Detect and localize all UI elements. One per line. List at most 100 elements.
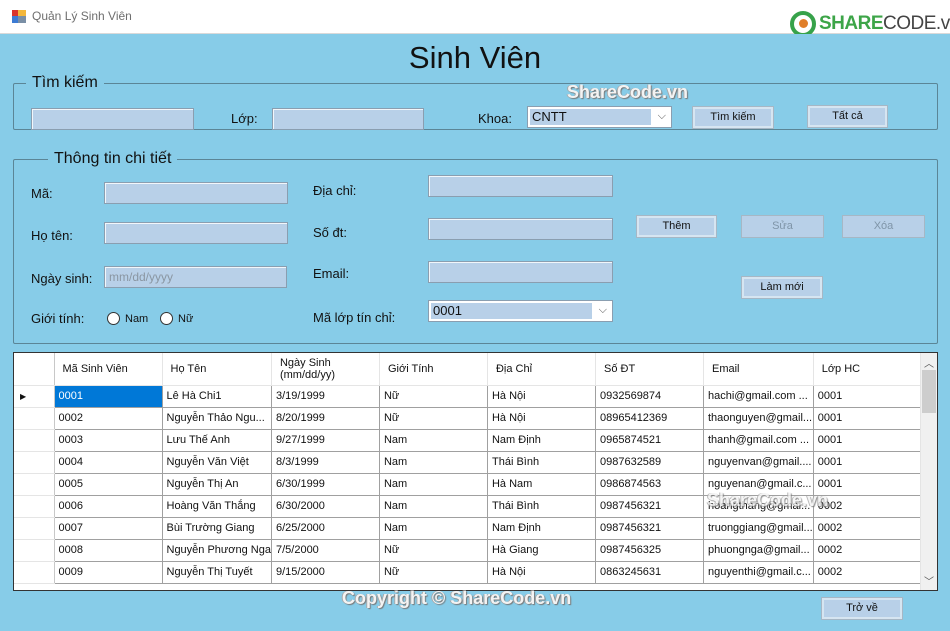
cell-phone[interactable]: 0863245631 xyxy=(595,561,704,584)
table-row[interactable]: 0008 Nguyễn Phương Nga 7/5/2000 Nữ Hà Giang 0… xyxy=(14,539,924,562)
cell-id[interactable]: 0003 xyxy=(54,429,163,452)
cell-id[interactable]: 0005 xyxy=(54,473,163,496)
cell-id[interactable]: 0007 xyxy=(54,517,163,540)
student-table[interactable]: Mã Sinh Viên Họ Tên Ngày Sinh (mm/dd/yy)… xyxy=(13,352,938,591)
scroll-down-icon[interactable]: ﹀ xyxy=(924,573,934,588)
cell-gender[interactable]: Nữ xyxy=(379,407,488,430)
cell-name[interactable]: Nguyễn Thị An xyxy=(162,473,272,496)
gender-male-radio[interactable]: Nam xyxy=(107,312,148,325)
cell-gender[interactable]: Nữ xyxy=(379,561,488,584)
cell-class[interactable]: 0001 xyxy=(813,473,924,496)
cell-address[interactable]: Nam Định xyxy=(487,429,596,452)
table-row[interactable]: ▶ 0001 Lê Hà Chi1 3/19/1999 Nữ Hà Nội 09325698… xyxy=(14,385,924,408)
cell-name[interactable]: Nguyễn Văn Việt xyxy=(162,451,272,474)
cell-phone[interactable]: 0987456325 xyxy=(595,539,704,562)
cell-name[interactable]: Lê Hà Chi1 xyxy=(162,385,272,408)
cell-dob[interactable]: 6/25/2000 xyxy=(271,517,380,540)
cell-address[interactable]: Thái Bình xyxy=(487,451,596,474)
delete-button[interactable]: Xóa xyxy=(842,215,925,238)
name-input[interactable] xyxy=(104,222,288,244)
cell-phone[interactable]: 0965874521 xyxy=(595,429,704,452)
table-row[interactable]: 0002 Nguyễn Thảo Ngu... 8/20/1999 Nữ Hà Nội 0… xyxy=(14,407,924,430)
cell-phone[interactable]: 08965412369 xyxy=(595,407,704,430)
cell-email[interactable]: phuongnga@gmail... xyxy=(703,539,814,562)
cell-address[interactable]: Hà Nội xyxy=(487,385,596,408)
refresh-button[interactable]: Làm mới xyxy=(741,276,823,299)
cell-address[interactable]: Hà Giang xyxy=(487,539,596,562)
row-header[interactable] xyxy=(14,561,55,584)
cell-email[interactable]: truonggiang@gmail... xyxy=(703,517,814,540)
add-button[interactable]: Thêm xyxy=(636,215,717,238)
cell-dob[interactable]: 6/30/2000 xyxy=(271,495,380,518)
row-header[interactable] xyxy=(14,517,55,540)
col-header-dob[interactable]: Ngày Sinh (mm/dd/yy) xyxy=(271,353,380,386)
cell-address[interactable]: Thái Bình xyxy=(487,495,596,518)
col-header-address[interactable]: Địa Chỉ xyxy=(487,353,596,386)
col-header-id[interactable]: Mã Sinh Viên xyxy=(54,353,163,386)
cell-class[interactable]: 0001 xyxy=(813,385,924,408)
search-name-input[interactable] xyxy=(31,108,194,130)
vertical-scrollbar[interactable]: ︿ ﹀ xyxy=(920,353,937,590)
cell-address[interactable]: Nam Định xyxy=(487,517,596,540)
row-header[interactable]: ▶ xyxy=(14,385,55,408)
cell-class[interactable]: 0002 xyxy=(813,561,924,584)
cell-gender[interactable]: Nam xyxy=(379,517,488,540)
show-all-button[interactable]: Tất cả xyxy=(807,105,888,128)
cell-class[interactable]: 0001 xyxy=(813,407,924,430)
cell-class[interactable]: 0001 xyxy=(813,429,924,452)
cell-gender[interactable]: Nữ xyxy=(379,385,488,408)
cell-address[interactable]: Hà Nam xyxy=(487,473,596,496)
cell-phone[interactable]: 0986874563 xyxy=(595,473,704,496)
cell-dob[interactable]: 7/5/2000 xyxy=(271,539,380,562)
cell-name[interactable]: Nguyễn Phương Nga xyxy=(162,539,272,562)
cell-dob[interactable]: 8/3/1999 xyxy=(271,451,380,474)
cell-id[interactable]: 0004 xyxy=(54,451,163,474)
cell-dob[interactable]: 9/27/1999 xyxy=(271,429,380,452)
cell-dob[interactable]: 6/30/1999 xyxy=(271,473,380,496)
edit-button[interactable]: Sửa xyxy=(741,215,824,238)
table-row[interactable]: 0009 Nguyễn Thị Tuyết 9/15/2000 Nữ Hà Nội 086… xyxy=(14,561,924,584)
cell-address[interactable]: Hà Nội xyxy=(487,407,596,430)
row-header[interactable] xyxy=(14,429,55,452)
credit-class-select[interactable]: 0001 ⌵ xyxy=(428,300,613,322)
cell-name[interactable]: Nguyễn Thị Tuyết xyxy=(162,561,272,584)
back-button[interactable]: Trở về xyxy=(821,597,903,620)
cell-gender[interactable]: Nữ xyxy=(379,539,488,562)
email-input[interactable] xyxy=(428,261,613,283)
cell-phone[interactable]: 0932569874 xyxy=(595,385,704,408)
cell-name[interactable]: Lưu Thế Anh xyxy=(162,429,272,452)
table-row[interactable]: 0004 Nguyễn Văn Việt 8/3/1999 Nam Thái Bình 0… xyxy=(14,451,924,474)
cell-dob[interactable]: 8/20/1999 xyxy=(271,407,380,430)
cell-id[interactable]: 0001 xyxy=(54,385,163,408)
cell-name[interactable]: Hoàng Văn Thắng xyxy=(162,495,272,518)
col-header-email[interactable]: Email xyxy=(703,353,814,386)
cell-class[interactable]: 0002 xyxy=(813,539,924,562)
scroll-thumb[interactable] xyxy=(922,370,936,413)
cell-email[interactable]: thanh@gmail.com ... xyxy=(703,429,814,452)
address-input[interactable] xyxy=(428,175,613,197)
cell-phone[interactable]: 0987456321 xyxy=(595,517,704,540)
cell-phone[interactable]: 0987632589 xyxy=(595,451,704,474)
cell-email[interactable]: thaonguyen@gmail... xyxy=(703,407,814,430)
cell-gender[interactable]: Nam xyxy=(379,429,488,452)
cell-email[interactable]: hachi@gmail.com ... xyxy=(703,385,814,408)
cell-dob[interactable]: 9/15/2000 xyxy=(271,561,380,584)
cell-class[interactable]: 0002 xyxy=(813,517,924,540)
cell-gender[interactable]: Nam xyxy=(379,495,488,518)
row-header[interactable] xyxy=(14,539,55,562)
id-input[interactable] xyxy=(104,182,288,204)
table-row[interactable]: 0003 Lưu Thế Anh 9/27/1999 Nam Nam Định 09658… xyxy=(14,429,924,452)
cell-gender[interactable]: Nam xyxy=(379,451,488,474)
table-row[interactable]: 0007 Bùi Trường Giang 6/25/2000 Nam Nam Định… xyxy=(14,517,924,540)
cell-email[interactable]: nguyenthi@gmail.c... xyxy=(703,561,814,584)
cell-id[interactable]: 0002 xyxy=(54,407,163,430)
col-header-phone[interactable]: Số ĐT xyxy=(595,353,704,386)
scroll-up-icon[interactable]: ︿ xyxy=(924,355,934,370)
cell-id[interactable]: 0006 xyxy=(54,495,163,518)
search-button[interactable]: Tìm kiếm xyxy=(692,106,774,129)
row-header[interactable] xyxy=(14,495,55,518)
cell-email[interactable]: nguyenvan@gmail.... xyxy=(703,451,814,474)
cell-gender[interactable]: Nam xyxy=(379,473,488,496)
col-header-gender[interactable]: Giới Tính xyxy=(379,353,488,386)
search-class-input[interactable] xyxy=(272,108,424,130)
